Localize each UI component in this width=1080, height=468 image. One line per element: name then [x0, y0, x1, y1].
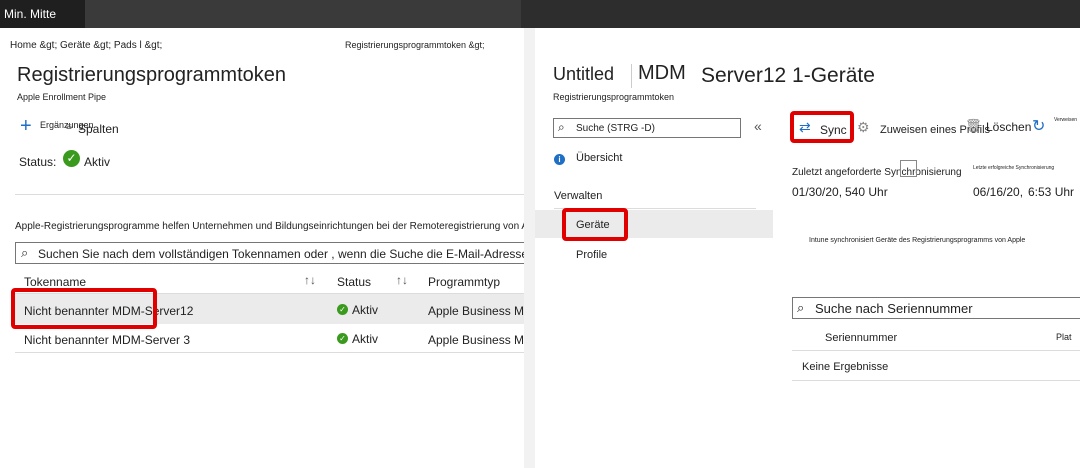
token-type: Apple Business Me: [428, 333, 524, 347]
last-success-label: Letzte erfolgreiche Synchronisierung: [973, 165, 1055, 171]
title-rest: Server12 1-Geräte: [701, 64, 875, 87]
col-header-platform[interactable]: Plat: [1056, 332, 1072, 342]
col-header-programtype[interactable]: Programmtyp: [428, 275, 500, 289]
token-name[interactable]: Nicht benannter MDM-Server 3: [24, 333, 190, 347]
empty-results: Keine Ergebnisse: [802, 361, 889, 373]
right-panel: Untitled MDM Server12 1-Geräte Registrie…: [535, 28, 1080, 468]
plus-icon: +: [20, 115, 32, 137]
page-subtitle: Apple Enrollment Pipe: [17, 92, 107, 102]
top-bar-title: Min. Mitte: [0, 0, 85, 28]
last-requested-time: 540 Uhr: [845, 185, 888, 199]
page-title: Registrierungsprogrammtoken: [17, 64, 287, 86]
refresh-icon: ↻: [1032, 118, 1046, 135]
collapse-icon[interactable]: «: [754, 118, 762, 134]
check-icon: ✓: [63, 150, 80, 167]
info-icon: i: [554, 154, 565, 165]
gear-icon: ⚙: [857, 119, 870, 135]
col-header-serial[interactable]: Seriennummer: [825, 332, 897, 344]
title-untitled: Untitled: [553, 64, 615, 84]
highlight-box: [11, 288, 157, 329]
right-breadcrumb[interactable]: Registrierungsprogrammtoken &gt;: [345, 40, 485, 50]
token-search-input[interactable]: ⌕ Suchen Sie nach dem vollständigen Toke…: [15, 242, 524, 264]
highlight-box: [562, 208, 628, 241]
divider: [792, 380, 1080, 381]
last-requested-label: Zuletzt angeforderte Synchronisierung: [792, 167, 962, 178]
sort-icon[interactable]: ↑↓: [396, 273, 408, 287]
breadcrumb[interactable]: Home &gt; Geräte &gt; Pads l &gt;: [10, 40, 162, 51]
delete-label: Löschen: [986, 120, 1032, 134]
last-success-time: 6:53 Uhr: [1028, 185, 1075, 199]
search-icon: ⌕: [21, 245, 29, 260]
last-success-date: 06/16/20,: [973, 185, 1024, 199]
sort-icon[interactable]: ↑↓: [304, 273, 316, 287]
table-row[interactable]: Nicht benannter MDM-Server 3 ✓ Aktiv App…: [15, 324, 524, 352]
top-bar-right: [521, 0, 1080, 28]
nav-search-placeholder: Suche (STRG -D): [576, 123, 655, 134]
col-header-status[interactable]: Status: [337, 275, 371, 289]
nav-section-manage: Verwalten: [554, 190, 603, 202]
check-icon: ✓: [337, 304, 348, 315]
check-icon: ✓: [337, 333, 348, 344]
focus-box: [900, 160, 917, 177]
info-text: Intune synchronisiert Geräte des Registr…: [809, 237, 1026, 244]
title-mdm: MDM: [638, 62, 686, 84]
highlight-box: [790, 111, 854, 143]
search-icon: ⌕: [558, 120, 565, 134]
left-panel: Home &gt; Geräte &gt; Pads l &gt; Regist…: [0, 28, 524, 468]
blade-subtitle: Registrierungsprogrammtoken: [553, 92, 675, 102]
columns-label: Spalten: [78, 122, 119, 136]
divider: [792, 350, 1080, 351]
token-search-placeholder: Suchen Sie nach dem vollständigen Tokenn…: [38, 247, 524, 261]
divider: [15, 352, 524, 353]
refresh-caption: Verweisen: [1054, 117, 1078, 123]
last-requested-date: 01/30/20,: [792, 185, 843, 199]
serial-search-input[interactable]: ⌕ Suche nach Seriennummer: [792, 297, 1080, 319]
token-status: Aktiv: [352, 332, 379, 346]
title-divider: [631, 64, 632, 88]
panel-divider: [524, 28, 535, 468]
nav-search-input[interactable]: ⌕ Suche (STRG -D): [553, 118, 741, 138]
status-label: Status:: [19, 155, 57, 169]
trash-icon: 🗑: [965, 118, 982, 133]
token-type: Apple Business Me: [428, 304, 524, 318]
serial-search-placeholder: Suche nach Seriennummer: [815, 301, 973, 316]
nav-item-overview[interactable]: Übersicht: [576, 152, 622, 164]
search-icon: ⌕: [797, 300, 805, 315]
columns-icon: ≡: [66, 122, 72, 133]
col-header-tokenname[interactable]: Tokenname: [24, 275, 86, 289]
description: Apple-Registrierungsprogramme helfen Unt…: [15, 221, 524, 232]
token-status: Aktiv: [352, 303, 379, 317]
nav-item-profiles[interactable]: Profile: [576, 249, 607, 261]
status-value: Aktiv: [84, 155, 111, 169]
divider: [15, 194, 524, 195]
